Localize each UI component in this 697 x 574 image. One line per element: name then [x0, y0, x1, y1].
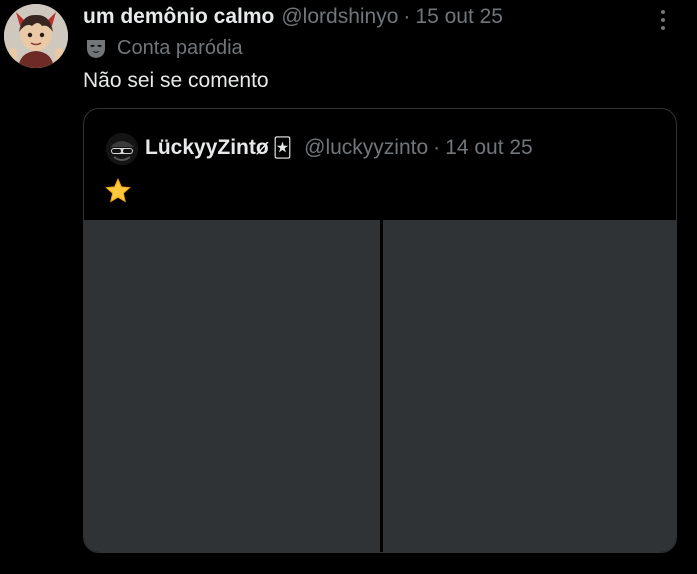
parody-label-text: Conta paródia — [117, 36, 243, 59]
joker-card-icon: 🃏 — [272, 137, 293, 159]
quoted-author-avatar — [106, 133, 138, 165]
star-icon: ⭐ — [105, 177, 131, 203]
post-header: um demônio calmo @lordshinyo · 15 out 25 — [83, 4, 503, 30]
author-avatar[interactable] — [4, 4, 68, 68]
quoted-author-name: LückyyZintø — [145, 136, 269, 159]
media-image-1[interactable] — [84, 220, 380, 552]
quoted-author-handle: @luckyyzinto — [304, 136, 429, 159]
author-name[interactable]: um demônio calmo — [83, 5, 274, 29]
quoted-separator: · — [433, 136, 441, 159]
quoted-post-date: 14 out 25 — [445, 136, 533, 159]
more-icon — [652, 10, 674, 30]
parody-label: Conta paródia — [85, 35, 243, 61]
separator: · — [403, 5, 411, 28]
quoted-media-grid — [84, 220, 676, 552]
quoted-avatar-illustration — [106, 133, 138, 165]
quoted-post[interactable]: LückyyZintø 🃏 @luckyyzinto · 14 out 25 ⭐ — [83, 108, 677, 553]
post-text: Não sei se comento — [83, 69, 269, 92]
avatar-illustration — [4, 4, 68, 68]
mask-icon — [87, 40, 105, 58]
post-date[interactable]: 15 out 25 — [415, 5, 503, 29]
quoted-post-header: LückyyZintø 🃏 @luckyyzinto · 14 out 25 — [145, 133, 533, 163]
media-image-2[interactable] — [383, 220, 676, 552]
more-options-button[interactable] — [652, 6, 674, 34]
author-handle[interactable]: @lordshinyo — [281, 5, 398, 29]
quoted-post-text: ⭐ — [104, 177, 132, 210]
